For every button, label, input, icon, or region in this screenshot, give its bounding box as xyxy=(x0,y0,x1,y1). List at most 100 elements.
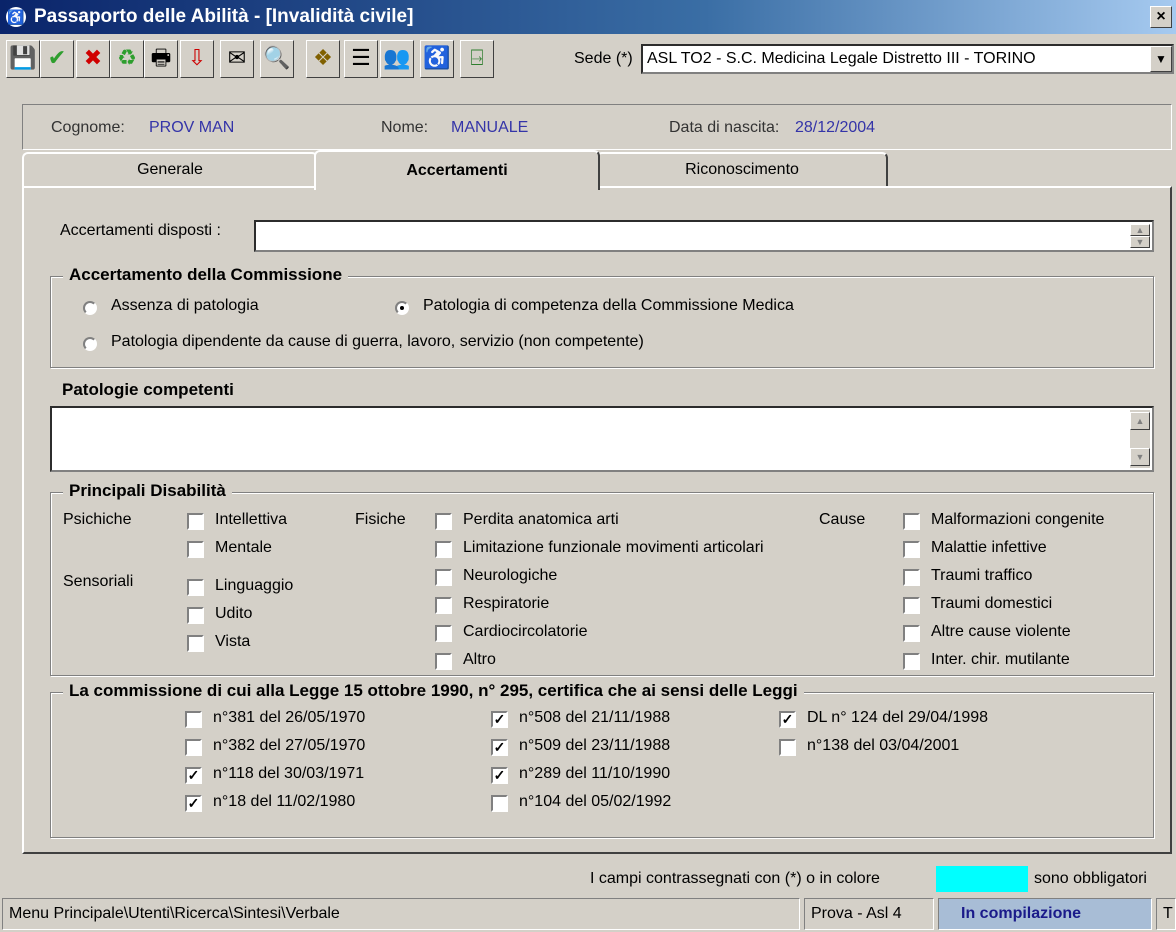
sensoriali-checkbox[interactable] xyxy=(187,607,204,624)
legge-label: n°382 del 27/05/1970 xyxy=(213,737,366,754)
patologie-title: Patologie competenti xyxy=(62,380,234,399)
sensoriali-label: Sensoriali xyxy=(63,573,134,590)
legge-checkbox[interactable]: ✓ xyxy=(491,739,508,756)
psichiche-label: Mentale xyxy=(215,539,272,556)
fisiche-label: Fisiche xyxy=(355,511,406,528)
leggi-group: La commissione di cui alla Legge 15 otto… xyxy=(50,681,1154,838)
patologie-textarea[interactable]: ▲ ▼ xyxy=(50,406,1154,472)
disposti-label: Accertamenti disposti : xyxy=(60,222,221,239)
cause-checkbox[interactable] xyxy=(903,541,920,558)
legge-checkbox[interactable] xyxy=(491,795,508,812)
scroll-up-icon[interactable]: ▲ xyxy=(1130,412,1150,430)
cognome-value: PROV MAN xyxy=(149,119,235,136)
legge-checkbox[interactable]: ✓ xyxy=(185,767,202,784)
confirm-button[interactable]: ✔ xyxy=(40,40,74,78)
title-bar: ♿ Passaporto delle Abilità - [Invalidità… xyxy=(0,0,1176,34)
toolbar: 💾 ✔ ✖ ♻ 🖶 ⇩ ✉ 🔍 ❖ ☰ 👥 ♿ ⍈ Sede (*) ASL TO2 - S.C. Me… xyxy=(0,34,1176,90)
window-title: Passaporto delle Abilità - [Invalidità c… xyxy=(34,6,414,27)
scroll-down-icon[interactable]: ▼ xyxy=(1130,236,1150,248)
accertamenti-panel: Accertamenti disposti : ▲ ▼ Accertamento… xyxy=(22,186,1172,854)
legge-checkbox[interactable] xyxy=(779,739,796,756)
nome-value: MANUALE xyxy=(451,119,529,136)
legge-checkbox[interactable]: ✓ xyxy=(491,711,508,728)
sede-value: ASL TO2 - S.C. Medicina Legale Distretto… xyxy=(647,50,1036,67)
fisiche-label: Perdita anatomica arti xyxy=(463,511,619,528)
app-icon: ♿ xyxy=(6,7,26,27)
scroll-up-icon[interactable]: ▲ xyxy=(1130,224,1150,236)
legge-checkbox[interactable]: ✓ xyxy=(491,767,508,784)
cause-checkbox[interactable] xyxy=(903,569,920,586)
cancel-button[interactable]: ✖ xyxy=(76,40,110,78)
fisiche-checkbox[interactable] xyxy=(435,541,452,558)
fisiche-label: Neurologiche xyxy=(463,567,558,584)
cause-checkbox[interactable] xyxy=(903,597,920,614)
document-button[interactable]: ☰ xyxy=(344,40,378,78)
psichiche-label: Psichiche xyxy=(63,511,132,528)
nascita-value: 28/12/2004 xyxy=(795,119,876,136)
cause-checkbox[interactable] xyxy=(903,513,920,530)
cause-label: Traumi traffico xyxy=(931,567,1033,584)
save-button[interactable]: 💾 xyxy=(6,40,40,78)
radio-assenza[interactable] xyxy=(83,301,97,315)
cause-label: Cause xyxy=(819,511,866,528)
sensoriali-checkbox[interactable] xyxy=(187,635,204,652)
status-env: Prova - Asl 4 xyxy=(804,898,934,930)
export-button[interactable]: ⇩ xyxy=(180,40,214,78)
sensoriali-checkbox[interactable] xyxy=(187,579,204,596)
legge-label: n°509 del 23/11/1988 xyxy=(519,737,671,754)
cause-label: Traumi domestici xyxy=(931,595,1053,612)
chevron-down-icon[interactable]: ▼ xyxy=(1150,46,1172,72)
status-bar: Menu Principale\Utenti\Ricerca\Sintesi\V… xyxy=(0,894,1176,932)
fisiche-checkbox[interactable] xyxy=(435,597,452,614)
required-note-prefix: I campi contrassegnati con (*) o in colo… xyxy=(590,870,880,887)
fisiche-label: Altro xyxy=(463,651,496,668)
disabilita-title: Principali Disabilità xyxy=(63,481,232,501)
fisiche-checkbox[interactable] xyxy=(435,625,452,642)
sensoriali-label: Linguaggio xyxy=(215,577,294,594)
leggi-title: La commissione di cui alla Legge 15 otto… xyxy=(63,681,804,701)
radio-non-competente[interactable] xyxy=(83,337,97,351)
tab-accertamenti[interactable]: Accertamenti xyxy=(314,150,600,190)
fisiche-checkbox[interactable] xyxy=(435,569,452,586)
radio-competenza[interactable] xyxy=(395,301,409,315)
cognome-label: Cognome: xyxy=(51,119,125,136)
fisiche-checkbox[interactable] xyxy=(435,653,452,670)
cause-checkbox[interactable] xyxy=(903,625,920,642)
exit-button[interactable]: ⍈ xyxy=(460,40,494,78)
required-note-suffix: sono obbligatori xyxy=(1034,870,1147,887)
scroll-down-icon[interactable]: ▼ xyxy=(1130,448,1150,466)
cause-label: Malattie infettive xyxy=(931,539,1047,556)
disposti-input[interactable]: ▲ ▼ xyxy=(254,220,1154,252)
fisiche-label: Cardiocircolatorie xyxy=(463,623,588,640)
fisiche-label: Limitazione funzionale movimenti articol… xyxy=(463,539,764,556)
legge-checkbox[interactable]: ✓ xyxy=(779,711,796,728)
patient-header: Cognome: PROV MAN Nome: MANUALE Data di … xyxy=(22,104,1172,150)
tab-generale[interactable]: Generale xyxy=(22,152,318,188)
status-path: Menu Principale\Utenti\Ricerca\Sintesi\V… xyxy=(2,898,800,930)
required-color-swatch xyxy=(936,866,1028,892)
legge-checkbox[interactable] xyxy=(185,739,202,756)
cause-label: Inter. chir. mutilante xyxy=(931,651,1070,668)
radio-competenza-label: Patologia di competenza della Commission… xyxy=(423,297,794,314)
legge-checkbox[interactable] xyxy=(185,711,202,728)
sede-select[interactable]: ASL TO2 - S.C. Medicina Legale Distretto… xyxy=(641,44,1174,74)
legge-label: n°18 del 11/02/1980 xyxy=(213,793,356,810)
stamp-button[interactable]: ❖ xyxy=(306,40,340,78)
nascita-label: Data di nascita: xyxy=(669,119,780,136)
commissione-group: Accertamento della Commissione Assenza d… xyxy=(50,265,1154,368)
refresh-button[interactable]: ♻ xyxy=(110,40,144,78)
search-button[interactable]: 🔍 xyxy=(260,40,294,78)
accessibility-button[interactable]: ♿ xyxy=(420,40,454,78)
fisiche-checkbox[interactable] xyxy=(435,513,452,530)
people-button[interactable]: 👥 xyxy=(380,40,414,78)
print-button[interactable]: 🖶 xyxy=(144,40,178,78)
cause-checkbox[interactable] xyxy=(903,653,920,670)
status-state: In compilazione xyxy=(938,898,1152,930)
tab-riconoscimento[interactable]: Riconoscimento xyxy=(596,152,888,188)
psichiche-label: Intellettiva xyxy=(215,511,288,528)
mail-button[interactable]: ✉ xyxy=(220,40,254,78)
psichiche-checkbox[interactable] xyxy=(187,541,204,558)
legge-checkbox[interactable]: ✓ xyxy=(185,795,202,812)
psichiche-checkbox[interactable] xyxy=(187,513,204,530)
close-button[interactable]: × xyxy=(1150,6,1172,28)
